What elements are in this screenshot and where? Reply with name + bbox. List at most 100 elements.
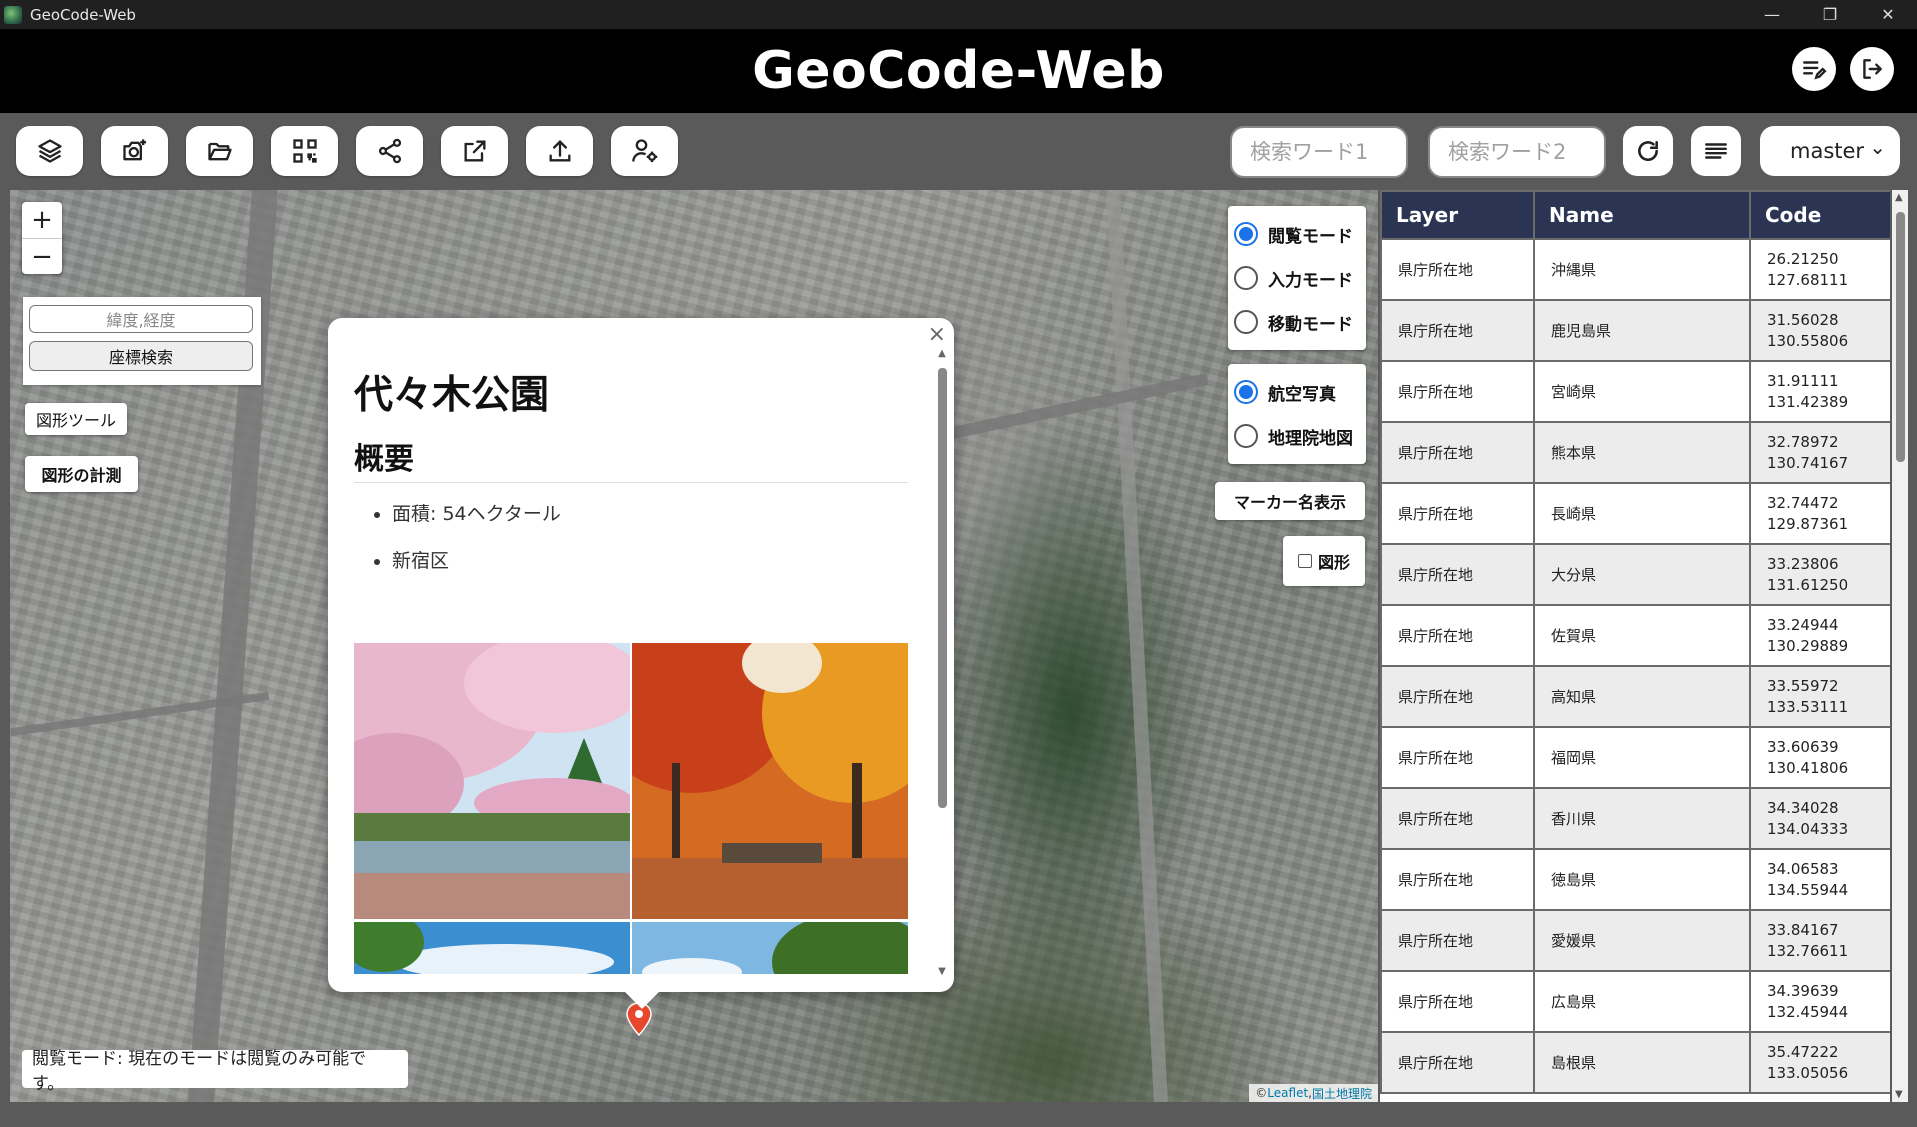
cell-layer: 県庁所在地 — [1380, 604, 1535, 667]
cell-name: 香川県 — [1533, 787, 1751, 850]
cell-layer: 県庁所在地 — [1380, 726, 1535, 789]
popup-detail-list: 面積: 54ヘクタール 新宿区 — [392, 499, 908, 573]
table-scrollbar[interactable]: ▲ ▼ — [1892, 190, 1908, 1102]
folder-open-icon — [207, 142, 232, 161]
table-row[interactable]: 県庁所在地 長崎県 32.74472 129.87361 — [1380, 482, 1890, 545]
popup-close-button[interactable]: × — [928, 322, 946, 347]
map-marker-icon[interactable] — [626, 1002, 652, 1036]
scrollbar-thumb[interactable] — [1896, 212, 1905, 462]
search-input-2[interactable] — [1428, 126, 1606, 178]
toolbar: master ⌄ — [0, 113, 1917, 189]
cell-layer: 県庁所在地 — [1380, 543, 1535, 606]
table-row[interactable]: 県庁所在地 大分県 33.23806 131.61250 — [1380, 543, 1890, 606]
basemap-aerial-radio[interactable]: 航空写真 — [1234, 370, 1360, 414]
table-row[interactable]: 県庁所在地 香川県 34.34028 134.04333 — [1380, 787, 1890, 850]
column-header-name[interactable]: Name — [1533, 190, 1751, 240]
shape-measure-button[interactable]: 図形の計測 — [25, 456, 138, 492]
table-row[interactable]: 県庁所在地 宮崎県 31.91111 131.42389 — [1380, 360, 1890, 423]
status-message: 閲覧モード: 現在のモードは閲覧のみ可能です。 — [22, 1049, 408, 1094]
table-row[interactable]: 県庁所在地 島根県 35.47222 133.05056 — [1380, 1031, 1890, 1094]
checkbox-icon[interactable] — [1297, 554, 1312, 568]
edit-list-button[interactable] — [1792, 47, 1836, 91]
cell-name: 宮崎県 — [1533, 360, 1751, 423]
user-settings-button[interactable] — [611, 126, 678, 176]
table-row[interactable]: 県庁所在地 徳島県 34.06583 134.55944 — [1380, 848, 1890, 911]
mode-radio-group: 閲覧モード 入力モード 移動モード — [1228, 206, 1366, 350]
cell-name: 長崎県 — [1533, 482, 1751, 545]
table-row[interactable]: 県庁所在地 沖縄県 26.21250 127.68111 — [1380, 238, 1890, 301]
leaflet-link[interactable]: Leaflet — [1267, 1086, 1308, 1100]
table-row[interactable]: 県庁所在地 高知県 33.55972 133.53111 — [1380, 665, 1890, 728]
minimize-button[interactable]: — — [1743, 0, 1801, 29]
upload-button[interactable] — [526, 126, 593, 176]
popup-title: 代々木公園 — [354, 373, 550, 418]
search-input-1[interactable] — [1230, 126, 1408, 178]
mode-input-radio[interactable]: 入力モード — [1234, 256, 1360, 300]
mode-move-radio[interactable]: 移動モード — [1234, 300, 1360, 344]
zoom-out-button[interactable]: − — [22, 238, 62, 274]
open-folder-button[interactable] — [186, 126, 253, 176]
scroll-up-arrow-icon[interactable]: ▲ — [1895, 192, 1903, 203]
column-header-layer[interactable]: Layer — [1380, 190, 1535, 240]
gsi-link[interactable]: 国土地理院 — [1312, 1085, 1372, 1102]
shape-tool-button[interactable]: 図形ツール — [25, 403, 127, 435]
mode-move-label: 移動モード — [1268, 314, 1353, 335]
zoom-in-button[interactable]: + — [22, 202, 62, 238]
marker-name-toggle-button[interactable]: マーカー名表示 — [1215, 482, 1365, 520]
app-icon — [4, 5, 22, 24]
photo-gallery — [354, 643, 908, 974]
scroll-down-arrow-icon[interactable]: ▼ — [936, 966, 948, 978]
code-latitude: 33.60639 — [1767, 737, 1839, 756]
open-external-button[interactable] — [441, 126, 508, 176]
layers-button[interactable] — [16, 126, 83, 176]
code-latitude: 33.84167 — [1767, 920, 1839, 939]
cell-code: 34.06583 134.55944 — [1749, 848, 1890, 911]
shape-checkbox-control[interactable]: 図形 — [1283, 536, 1365, 586]
scrollbar-thumb[interactable] — [938, 368, 947, 808]
logout-icon — [1863, 59, 1882, 79]
refresh-button[interactable] — [1623, 126, 1673, 176]
cell-name: 愛媛県 — [1533, 909, 1751, 972]
close-window-button[interactable]: ✕ — [1859, 0, 1917, 29]
external-link-icon — [464, 140, 485, 162]
autumn-trees-photo — [632, 643, 908, 919]
share-button[interactable] — [356, 126, 423, 176]
mode-view-label: 閲覧モード — [1268, 226, 1353, 247]
code-latitude: 34.06583 — [1767, 859, 1839, 878]
radio-dot — [1234, 266, 1258, 290]
table-row[interactable]: 県庁所在地 福岡県 33.60639 130.41806 — [1380, 726, 1890, 789]
scroll-down-arrow-icon[interactable]: ▼ — [1895, 1089, 1903, 1100]
coordinate-input[interactable]: 緯度,経度 — [29, 305, 253, 333]
table-row[interactable]: 県庁所在地 愛媛県 33.84167 132.76611 — [1380, 909, 1890, 972]
add-photo-button[interactable] — [101, 126, 168, 176]
table-row[interactable]: 県庁所在地 佐賀県 33.24944 130.29889 — [1380, 604, 1890, 667]
code-longitude: 130.41806 — [1767, 758, 1849, 777]
qr-code-button[interactable] — [271, 126, 338, 176]
popup-scrollbar[interactable]: ▲ ▼ — [936, 348, 948, 978]
mode-view-radio[interactable]: 閲覧モード — [1234, 212, 1360, 256]
shape-checkbox-label: 図形 — [1317, 553, 1350, 572]
logout-button[interactable] — [1850, 47, 1894, 91]
table-row[interactable]: 県庁所在地 熊本県 32.78972 130.74167 — [1380, 421, 1890, 484]
basemap-gsi-radio[interactable]: 地理院地図 — [1234, 414, 1360, 458]
cell-layer: 県庁所在地 — [1380, 360, 1535, 423]
branch-select[interactable]: master ⌄ — [1760, 126, 1900, 176]
table-row[interactable]: 県庁所在地 広島県 34.39639 132.45944 — [1380, 970, 1890, 1033]
coordinate-search-button[interactable]: 座標検索 — [29, 341, 253, 371]
popup-content[interactable]: 代々木公園 概要 面積: 54ヘクタール 新宿区 — [354, 358, 908, 974]
code-table: Layer Name Code 県庁所在地 沖縄県 26.21250 127.6811… — [1380, 190, 1890, 1094]
menu-button[interactable] — [1691, 126, 1741, 176]
column-header-code[interactable]: Code — [1749, 190, 1890, 240]
cell-code: 33.60639 130.41806 — [1749, 726, 1890, 789]
cell-name: 島根県 — [1533, 1031, 1751, 1094]
map-view[interactable]: + − 緯度,経度 座標検索 図形ツール 図形の計測 閲覧モード 入力モード 移… — [10, 190, 1378, 1102]
cell-code: 35.47222 133.05056 — [1749, 1031, 1890, 1094]
scroll-up-arrow-icon[interactable]: ▲ — [936, 348, 948, 360]
code-latitude: 31.56028 — [1767, 310, 1839, 329]
basemap-radio-group: 航空写真 地理院地図 — [1228, 364, 1366, 464]
maximize-button[interactable]: ❐ — [1801, 0, 1859, 29]
code-longitude: 133.05056 — [1767, 1063, 1849, 1082]
code-latitude: 32.78972 — [1767, 432, 1839, 451]
code-latitude: 35.47222 — [1767, 1042, 1839, 1061]
table-row[interactable]: 県庁所在地 鹿児島県 31.56028 130.55806 — [1380, 299, 1890, 362]
